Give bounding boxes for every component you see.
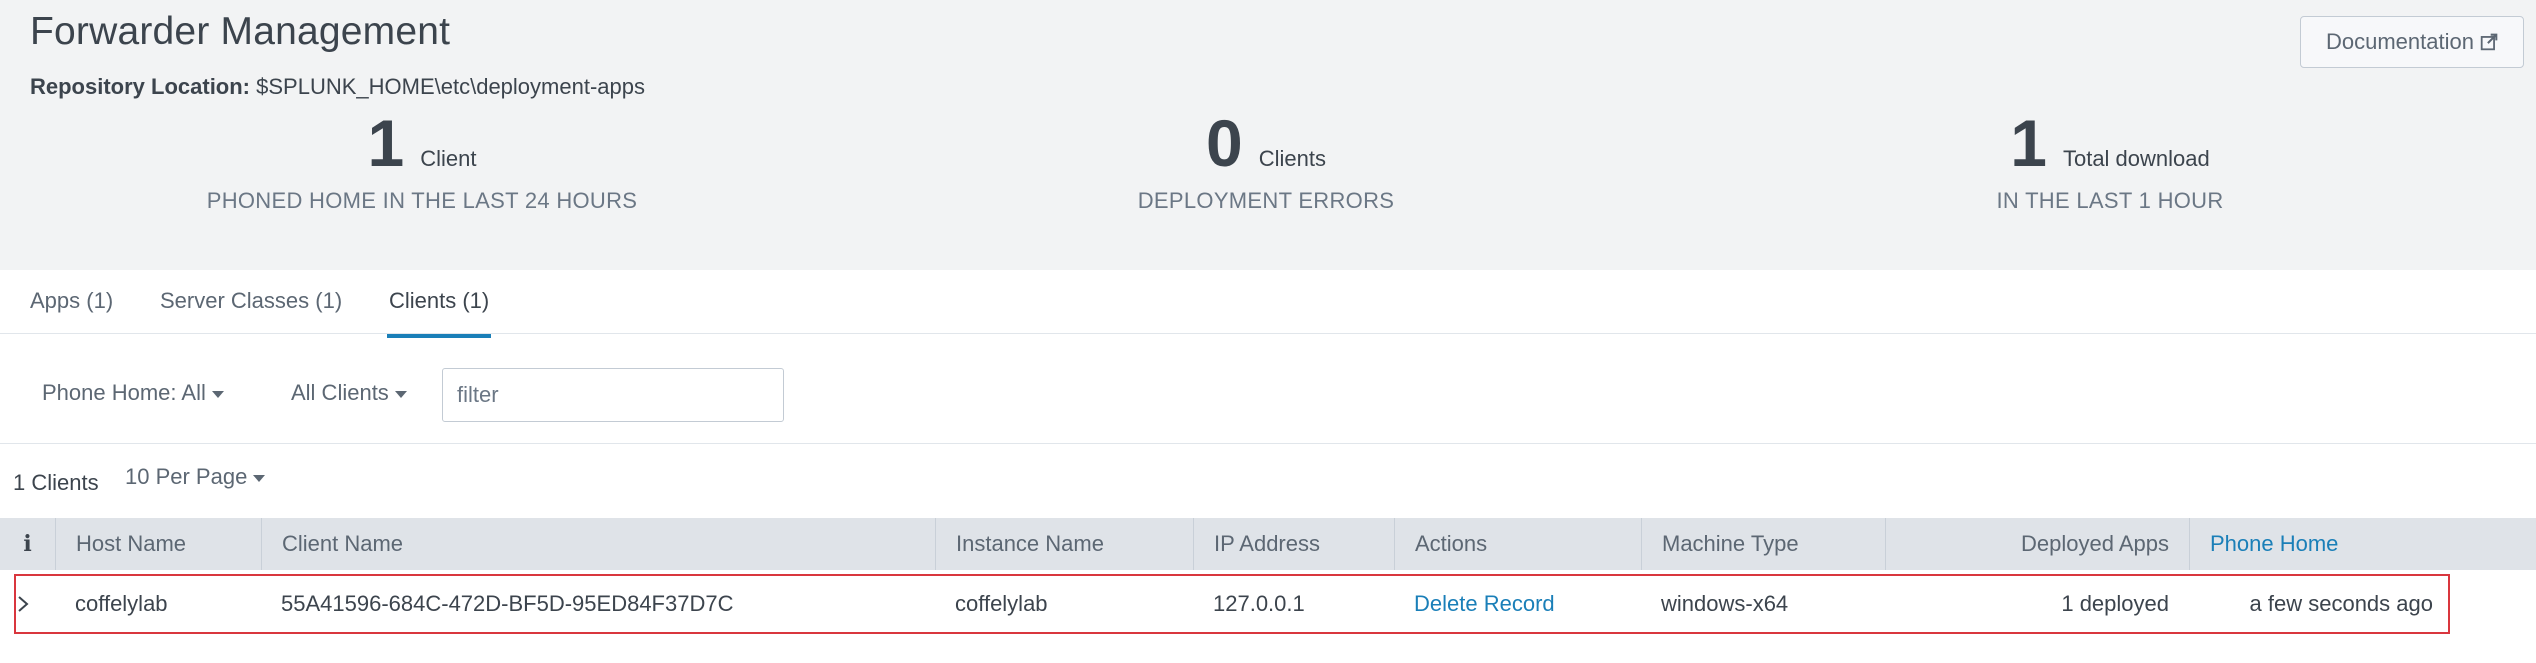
repository-label: Repository Location: [30, 74, 251, 99]
delete-record-link[interactable]: Delete Record [1394, 574, 1641, 634]
documentation-button[interactable]: Documentation [2300, 16, 2524, 68]
cell-instance-name: coffelylab [955, 591, 1048, 616]
expand-row-icon[interactable] [16, 574, 30, 634]
info-column-header[interactable]: i [0, 518, 55, 570]
cell-host-name: coffelylab [75, 591, 168, 616]
tab-bar: Apps (1) Server Classes (1) Clients (1) [0, 270, 2536, 338]
column-header-machine-type[interactable]: Machine Type [1641, 518, 1885, 570]
column-header-instance-name[interactable]: Instance Name [935, 518, 1193, 570]
stat-unit: Total download [2062, 146, 2210, 171]
tab-clients[interactable]: Clients (1) [386, 288, 492, 338]
stat-deployment-errors: 0 Clients DEPLOYMENT ERRORS [966, 110, 1566, 214]
page-header: Forwarder Management Repository Location… [0, 0, 2536, 270]
repository-location: Repository Location: $SPLUNK_HOME\etc\de… [30, 74, 645, 100]
documentation-label: Documentation [2326, 29, 2474, 54]
clients-table: i Host Name Client Name Instance Name IP… [0, 518, 2536, 634]
stat-unit: Client [420, 146, 477, 171]
per-page-label: 10 Per Page [125, 464, 248, 489]
client-count: 1 Clients [13, 470, 99, 495]
column-header-client-name[interactable]: Client Name [261, 518, 935, 570]
list-controls: 1 Clients 10 Per Page [0, 444, 2536, 518]
column-header-actions: Actions [1394, 518, 1641, 570]
stat-number: 1 [2010, 106, 2047, 180]
stat-unit: Clients [1258, 146, 1326, 171]
stat-description: IN THE LAST 1 HOUR [1996, 188, 2224, 213]
clients-dropdown[interactable]: All Clients [291, 380, 407, 406]
cell-ip-address: 127.0.0.1 [1213, 591, 1305, 616]
stat-number: 0 [1206, 106, 1243, 180]
external-link-icon [2480, 33, 2498, 51]
stat-number: 1 [367, 106, 405, 180]
clients-dropdown-label: All Clients [291, 380, 389, 405]
filter-input[interactable] [442, 368, 784, 422]
caret-down-icon [253, 474, 266, 482]
cell-deployed-apps: 1 deployed [2061, 591, 2169, 616]
stat-description: DEPLOYMENT ERRORS [1137, 188, 1395, 213]
per-page-dropdown[interactable]: 10 Per Page [125, 464, 266, 490]
phone-home-dropdown-label: Phone Home: All [42, 380, 206, 405]
column-header-phone-home[interactable]: Phone Home [2189, 518, 2536, 570]
cell-phone-home: a few seconds ago [2249, 591, 2433, 616]
table-header: i Host Name Client Name Instance Name IP… [0, 518, 2536, 570]
column-header-ip-address[interactable]: IP Address [1193, 518, 1394, 570]
filter-bar: Phone Home: All All Clients [0, 334, 2536, 444]
cell-client-name: 55A41596-684C-472D-BF5D-95ED84F37D7C [281, 591, 734, 616]
tab-server-classes[interactable]: Server Classes (1) [160, 288, 342, 336]
info-icon: i [23, 531, 32, 557]
repository-path: $SPLUNK_HOME\etc\deployment-apps [250, 74, 645, 99]
caret-down-icon [394, 390, 407, 398]
phone-home-dropdown[interactable]: Phone Home: All [42, 380, 224, 406]
stat-description: PHONED HOME IN THE LAST 24 HOURS [206, 188, 638, 213]
caret-down-icon [211, 390, 224, 398]
tab-apps[interactable]: Apps (1) [30, 288, 113, 336]
cell-machine-type: windows-x64 [1661, 591, 1789, 616]
table-body: coffelylab 55A41596-684C-472D-BF5D-95ED8… [0, 570, 2536, 634]
stat-clients-phoned-home: 1 Client PHONED HOME IN THE LAST 24 HOUR… [122, 110, 722, 214]
column-header-deployed-apps[interactable]: Deployed Apps [1885, 518, 2189, 570]
stat-total-downloads: 1 Total download IN THE LAST 1 HOUR [1810, 110, 2410, 214]
page-title: Forwarder Management [30, 10, 451, 53]
column-header-host-name[interactable]: Host Name [55, 518, 261, 570]
